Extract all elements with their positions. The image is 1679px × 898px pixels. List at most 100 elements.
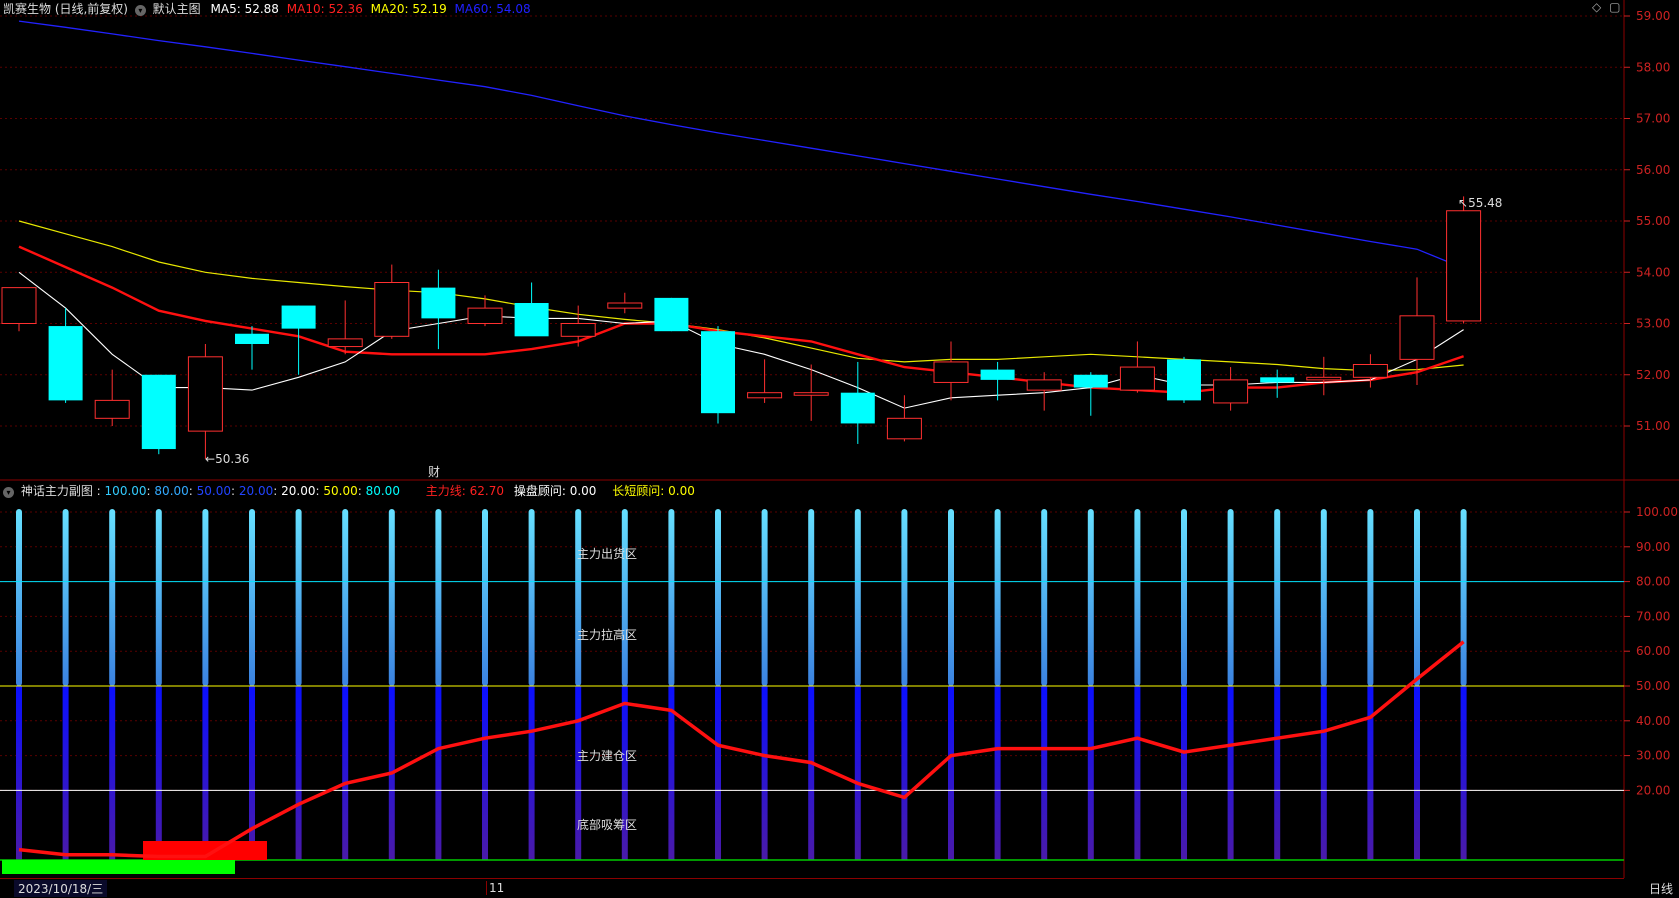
candle-body-up [327, 338, 363, 348]
candle [1073, 372, 1108, 416]
indicator-bar-lower [1134, 686, 1141, 860]
sub-tick-label: 30.00 [1636, 749, 1670, 763]
indicator-bar-upper [435, 509, 442, 686]
indicator-bar-upper [901, 509, 908, 686]
candle [141, 374, 176, 455]
candle-body-down [701, 331, 735, 414]
indicator-bar-lower [482, 686, 488, 860]
sub-tick-label: 40.00 [1636, 714, 1670, 728]
candle-body-down [421, 287, 456, 319]
sub-tick-label: 80.00 [1636, 575, 1670, 589]
indicator-bar-lower [1274, 686, 1281, 860]
indicator-bar-lower [1367, 686, 1374, 860]
low-price-annotation: ←50.36 [205, 452, 249, 466]
stock-chart[interactable]: 59.00 58.00 57.00 56.00 55.00 54.00 53.00 52.00… [0, 0, 1679, 897]
indicator-bar-lower [1320, 686, 1327, 860]
sub-tick-label: 90.00 [1636, 540, 1670, 554]
candle [48, 308, 83, 403]
sub-indicator-name[interactable]: 神话主力副图 [21, 484, 93, 498]
indicator-bar-upper [994, 509, 1001, 686]
indicator-bar-lower [854, 686, 861, 860]
indicator-bar-upper [1227, 509, 1234, 686]
trader-advisor-label: 操盘顾问: 0.00 [513, 484, 597, 498]
indicator-bar-lower [1087, 686, 1094, 860]
indicator-bar-lower [249, 686, 255, 860]
candle-body-up [560, 323, 596, 337]
candlesticks[interactable] [1, 196, 1482, 459]
price-tick-label: 58.00 [1636, 60, 1670, 74]
moving-average-lines [18, 20, 1464, 409]
price-tick-label: 59.00 [1636, 9, 1670, 23]
indicator-bar-lower [761, 686, 768, 860]
ma10-label: MA10: 52.36 [286, 2, 363, 16]
indicator-bar-lower [1227, 686, 1234, 860]
bottom-green-block [2, 860, 235, 874]
candle [840, 361, 875, 444]
indicator-bar-upper [295, 509, 302, 686]
indicator-bar-upper [1041, 509, 1048, 686]
indicator-bar-lower [295, 686, 302, 860]
candle-body-up [1446, 210, 1482, 322]
indicator-bar-upper [16, 509, 22, 686]
indicator-bar-lower [901, 686, 908, 860]
sub-tick-label: 70.00 [1636, 609, 1670, 623]
high-price-annotation: ↖55.48 [1458, 196, 1502, 210]
indicator-bar-lower [1181, 686, 1187, 860]
indicator-bar-upper [482, 509, 488, 686]
indicator-bar-upper [621, 509, 628, 686]
indicator-bar-upper [1460, 509, 1467, 686]
candle [654, 297, 689, 332]
chevron-down-icon[interactable]: ▾ [134, 5, 146, 16]
main-force-label: 主力线: 62.70 [425, 484, 505, 498]
indicator-bar-upper [1274, 509, 1281, 686]
long-short-advisor-label: 长短顾问: 0.00 [612, 484, 695, 498]
candle [793, 364, 829, 421]
candle [327, 300, 363, 355]
indicator-bar-upper [1181, 509, 1187, 686]
level-50-yellow: 50.00 [323, 484, 358, 498]
indicator-bar-lower [1460, 686, 1467, 860]
indicator-bar-lower [155, 686, 162, 860]
indicator-bar-upper [388, 509, 395, 686]
indicator-bar-upper [109, 509, 116, 686]
candle-body-up [607, 302, 643, 309]
indicator-bar-upper [1134, 509, 1141, 686]
indicator-bar-upper [249, 509, 255, 686]
indicator-bar-upper [948, 509, 954, 686]
sub-tick-label: 60.00 [1636, 644, 1670, 658]
candle [421, 269, 456, 350]
main-chart-label[interactable]: 默认主图 [153, 2, 201, 16]
diamond-icon[interactable]: ◇ [1592, 0, 1601, 14]
candle-body-up [747, 392, 783, 399]
price-tick-label: 53.00 [1636, 317, 1670, 331]
candle-body-down [514, 303, 549, 337]
indicator-bar-upper [342, 509, 349, 686]
candle-body-up [467, 307, 503, 324]
level-50: 50.00 [196, 484, 232, 498]
indicator-bar-lower [1041, 686, 1048, 860]
period-label[interactable]: 日线 [1649, 880, 1673, 897]
level-20-white: 20.00 [281, 484, 316, 498]
candle-body-up [94, 399, 130, 419]
indicator-bar-lower [575, 686, 582, 860]
indicator-bar-upper [202, 509, 209, 686]
candle-body-down [235, 333, 269, 344]
chevron-down-icon[interactable]: ▾ [3, 487, 14, 498]
candle [467, 295, 503, 327]
restore-icon[interactable]: ▢ [1609, 0, 1620, 14]
ma5-label: MA5: 52.88 [210, 2, 279, 16]
candle [1306, 356, 1342, 396]
indicator-bar-upper [808, 509, 815, 686]
indicator-bar-lower [994, 686, 1001, 860]
ma20-label: MA20: 52.19 [370, 2, 447, 16]
candle-body-down [1167, 359, 1201, 401]
level-80: 80.00 [154, 484, 189, 498]
candle [1446, 196, 1482, 324]
indicator-bar-lower [948, 686, 954, 860]
ma60-label: MA60: 54.08 [454, 2, 531, 16]
ma10-line [18, 245, 1464, 394]
indicator-bar-lower [62, 686, 69, 860]
candle-body-up [933, 361, 969, 383]
indicator-bar-upper [155, 509, 162, 686]
candle [1352, 354, 1388, 388]
